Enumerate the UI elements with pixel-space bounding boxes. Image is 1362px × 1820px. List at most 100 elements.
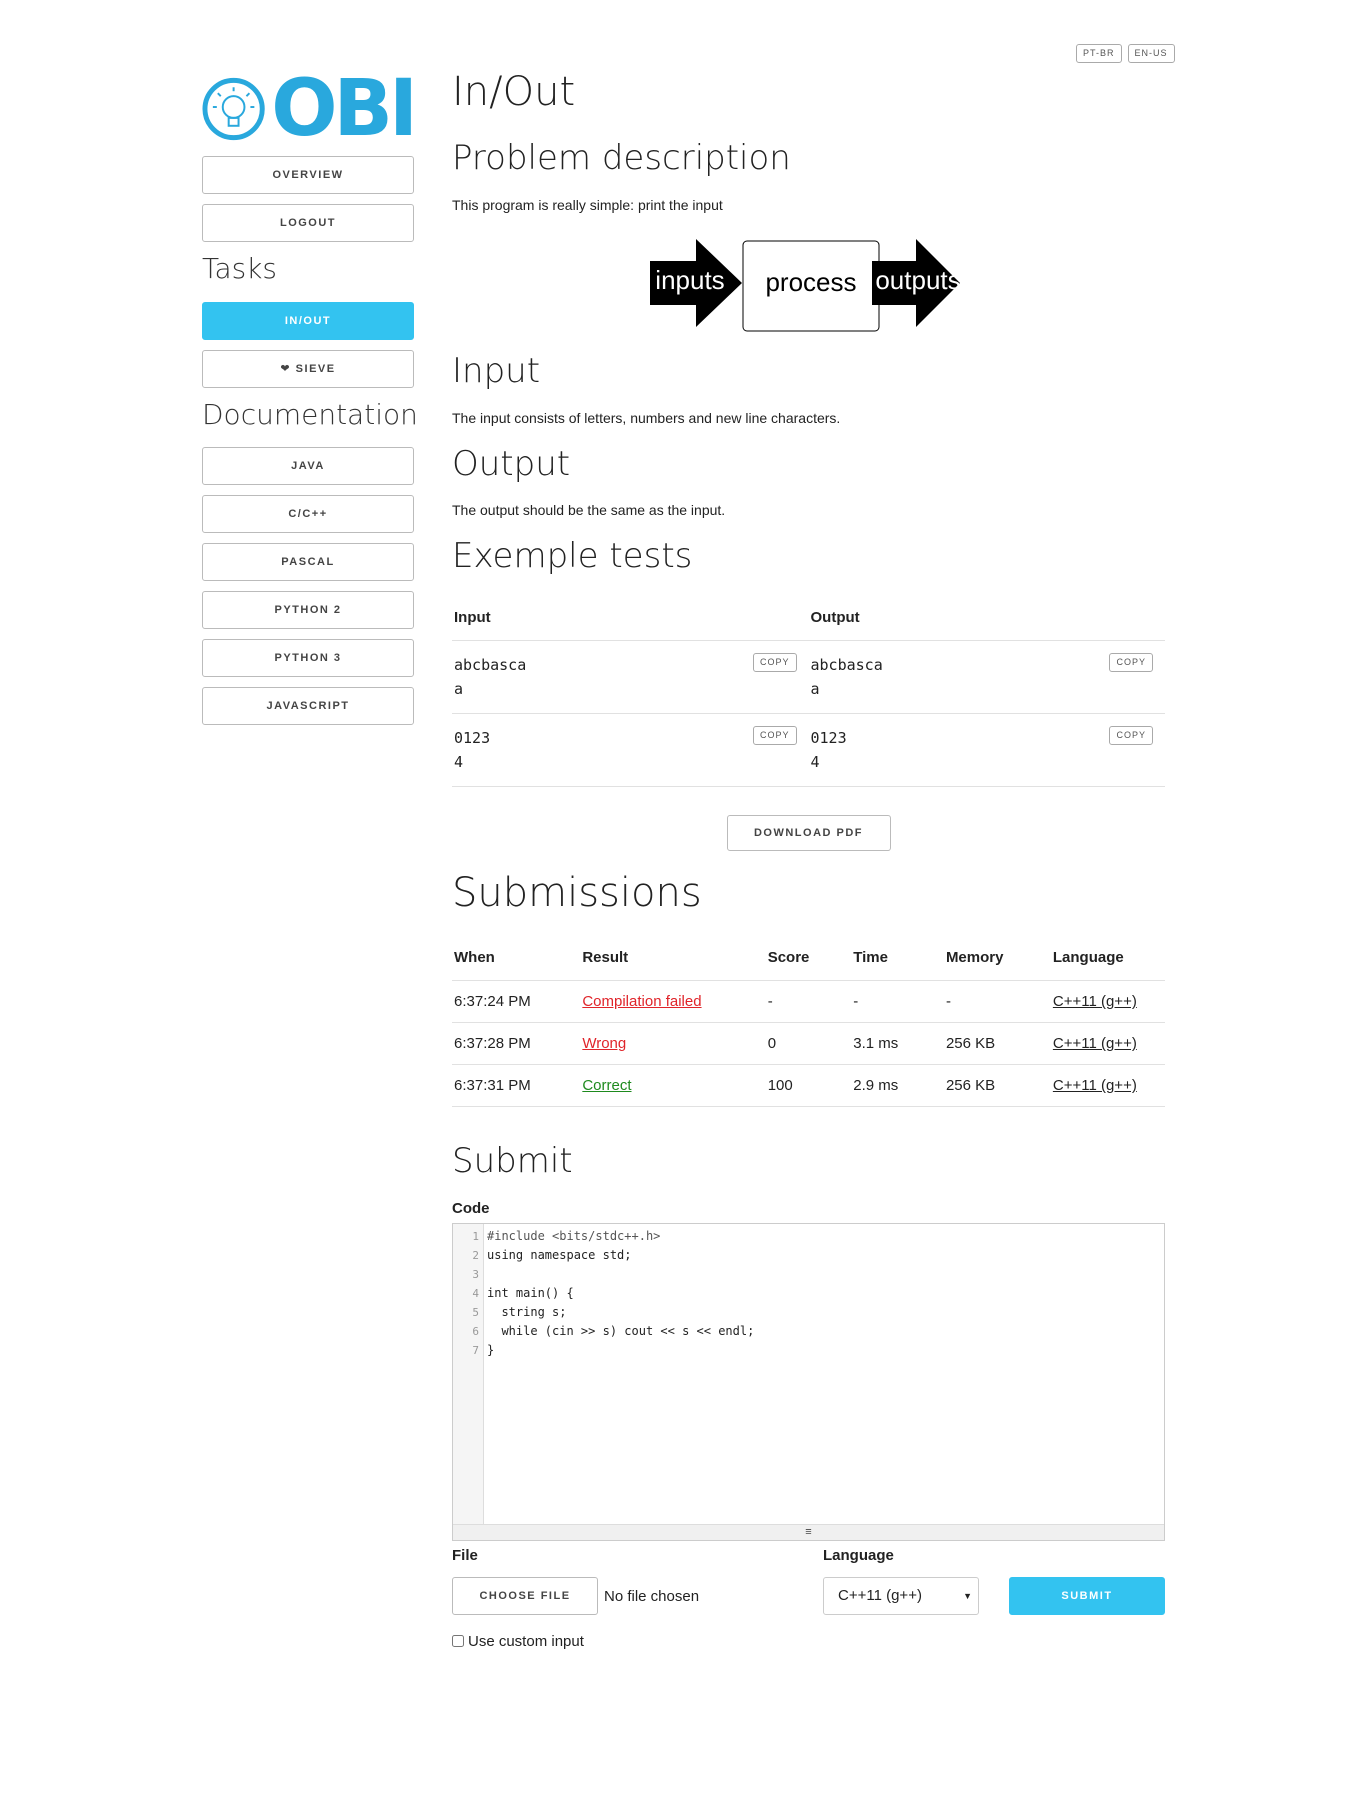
task-sieve-button[interactable]: ❤ SIEVE: [202, 349, 414, 388]
submission-language-link[interactable]: C++11 (g++): [1053, 993, 1137, 1010]
submission-score: -: [765, 980, 852, 1024]
page-title: In/Out: [452, 69, 576, 115]
doc-python2-button[interactable]: PYTHON 2: [202, 591, 414, 630]
col-language: Language: [1050, 935, 1165, 982]
language-switch: PT-BR EN-US: [1076, 44, 1175, 63]
line-number-gutter: 1 2 3 4 5 6 7: [453, 1223, 484, 1524]
table-row: 6:37:28 PM Wrong 0 3.1 ms 256 KB C++11 (…: [452, 1022, 1165, 1066]
pdf-wrap: DOWNLOAD PDF: [452, 815, 1165, 852]
example-output-cell: COPY 0123 4: [808, 713, 1165, 788]
examples-heading: Exemple tests: [452, 536, 693, 577]
process-diagram: inputs process outputs: [452, 231, 1165, 341]
submission-score: 0: [765, 1022, 852, 1066]
language-select-value: C++11 (g++): [838, 1586, 922, 1604]
custom-input-checkbox[interactable]: [452, 1635, 464, 1648]
page: PT-BR EN-US OBI OVERVIEW LOGOUT Tasks IN…: [0, 0, 1362, 1820]
submit-row: File CHOOSE FILE No file chosen Language…: [452, 1546, 1165, 1650]
submission-time: 3.1 ms: [851, 1022, 944, 1066]
examples-table: Input Output COPY abcbasca a COPY abcbas…: [452, 595, 1165, 788]
line-number: 2: [472, 1248, 479, 1262]
input-heading: Input: [452, 350, 541, 391]
submission-language-link[interactable]: C++11 (g++): [1053, 1077, 1137, 1094]
submission-when: 6:37:24 PM: [452, 980, 581, 1024]
obi-logo[interactable]: OBI: [202, 70, 418, 148]
code-line: int main() {: [487, 1285, 574, 1300]
submission-result-link[interactable]: Wrong: [582, 1035, 626, 1052]
file-label: File: [452, 1546, 478, 1564]
lang-pt-br-button[interactable]: PT-BR: [1076, 44, 1122, 63]
problem-text: This program is really simple: print the…: [452, 196, 723, 213]
code-line: string s;: [487, 1304, 567, 1319]
table-row: 6:37:31 PM Correct 100 2.9 ms 256 KB C++…: [452, 1064, 1165, 1108]
task-inout-button[interactable]: IN/OUT: [202, 301, 414, 340]
lang-en-us-button[interactable]: EN-US: [1127, 44, 1175, 63]
editor-resize-handle[interactable]: ≡: [453, 1523, 1164, 1540]
copy-button[interactable]: COPY: [752, 726, 797, 746]
line-number: 3: [472, 1267, 479, 1281]
code-line: }: [487, 1342, 495, 1357]
choose-file-button[interactable]: CHOOSE FILE: [452, 1576, 598, 1615]
submission-memory: 256 KB: [943, 1022, 1051, 1066]
doc-java-button[interactable]: JAVA: [202, 447, 414, 486]
doc-pascal-button[interactable]: PASCAL: [202, 543, 414, 582]
code-label: Code: [452, 1199, 490, 1217]
overview-button[interactable]: OVERVIEW: [202, 156, 414, 194]
submissions-table: When Result Score Time Memory Language 6…: [452, 935, 1165, 1108]
copy-button[interactable]: COPY: [752, 653, 797, 673]
submission-when: 6:37:28 PM: [452, 1022, 581, 1066]
problem-heading: Problem description: [452, 138, 791, 178]
examples-output-header: Output: [808, 595, 1165, 642]
line-number: 4: [472, 1286, 479, 1300]
tasks-heading: Tasks: [202, 252, 278, 285]
lightbulb-icon: [202, 77, 265, 141]
no-file-text: No file chosen: [604, 1587, 700, 1605]
submit-button[interactable]: SUBMIT: [1009, 1576, 1165, 1615]
sidebar: OBI OVERVIEW LOGOUT Tasks IN/OUT ❤ SIEVE…: [202, 70, 418, 735]
examples-input-header: Input: [452, 595, 809, 642]
submission-time: 2.9 ms: [851, 1064, 944, 1108]
input-text: The input consists of letters, numbers a…: [452, 409, 841, 426]
language-select[interactable]: C++11 (g++) ▼: [823, 1576, 979, 1615]
submission-result-link[interactable]: Compilation failed: [582, 993, 701, 1010]
code-line: using namespace std;: [487, 1247, 632, 1262]
line-number: 6: [472, 1324, 479, 1338]
copy-button[interactable]: COPY: [1109, 726, 1153, 746]
submission-result-link[interactable]: Correct: [582, 1077, 631, 1094]
code-line: #include <bits/stdc++.h>: [487, 1228, 661, 1243]
line-number: 1: [472, 1229, 479, 1243]
diagram-outputs-label: outputs: [875, 265, 960, 295]
logo-text: OBI: [271, 64, 418, 154]
doc-cpp-button[interactable]: C/C++: [202, 495, 414, 534]
example-input-cell: COPY 0123 4: [452, 713, 809, 788]
col-score: Score: [765, 935, 852, 982]
output-text: The output should be the same as the inp…: [452, 502, 726, 519]
code-editor[interactable]: 1 2 3 4 5 6 7 #include <bits/stdc++.h> u…: [452, 1222, 1165, 1541]
doc-python3-button[interactable]: PYTHON 3: [202, 639, 414, 678]
chevron-down-icon: ▼: [963, 1590, 972, 1601]
submission-when: 6:37:31 PM: [452, 1064, 581, 1108]
submission-language-link[interactable]: C++11 (g++): [1053, 1035, 1137, 1052]
line-number: 5: [472, 1305, 479, 1319]
submissions-heading: Submissions: [452, 870, 702, 917]
diagram-process-label: process: [765, 267, 856, 297]
copy-button[interactable]: COPY: [1109, 653, 1153, 673]
doc-javascript-button[interactable]: JAVASCRIPT: [202, 687, 414, 726]
documentation-heading: Documentation: [202, 397, 418, 431]
submission-memory: 256 KB: [943, 1064, 1051, 1108]
custom-input-option[interactable]: Use custom input: [452, 1633, 584, 1650]
language-label: Language: [823, 1546, 894, 1564]
code-content[interactable]: #include <bits/stdc++.h> using namespace…: [487, 1227, 754, 1360]
main-content: In/Out Problem description This program …: [452, 68, 1165, 1650]
col-memory: Memory: [943, 935, 1051, 982]
table-row: 6:37:24 PM Compilation failed - - - C++1…: [452, 980, 1165, 1024]
custom-input-label: Use custom input: [468, 1632, 584, 1650]
submit-heading: Submit: [452, 1141, 573, 1182]
download-pdf-button[interactable]: DOWNLOAD PDF: [726, 815, 891, 852]
example-input-cell: COPY abcbasca a: [452, 640, 809, 715]
line-number: 7: [472, 1343, 479, 1357]
submission-memory: -: [943, 980, 1051, 1024]
col-time: Time: [851, 935, 944, 982]
process-diagram-graphic: inputs process outputs: [650, 238, 961, 332]
logout-button[interactable]: LOGOUT: [202, 204, 414, 242]
